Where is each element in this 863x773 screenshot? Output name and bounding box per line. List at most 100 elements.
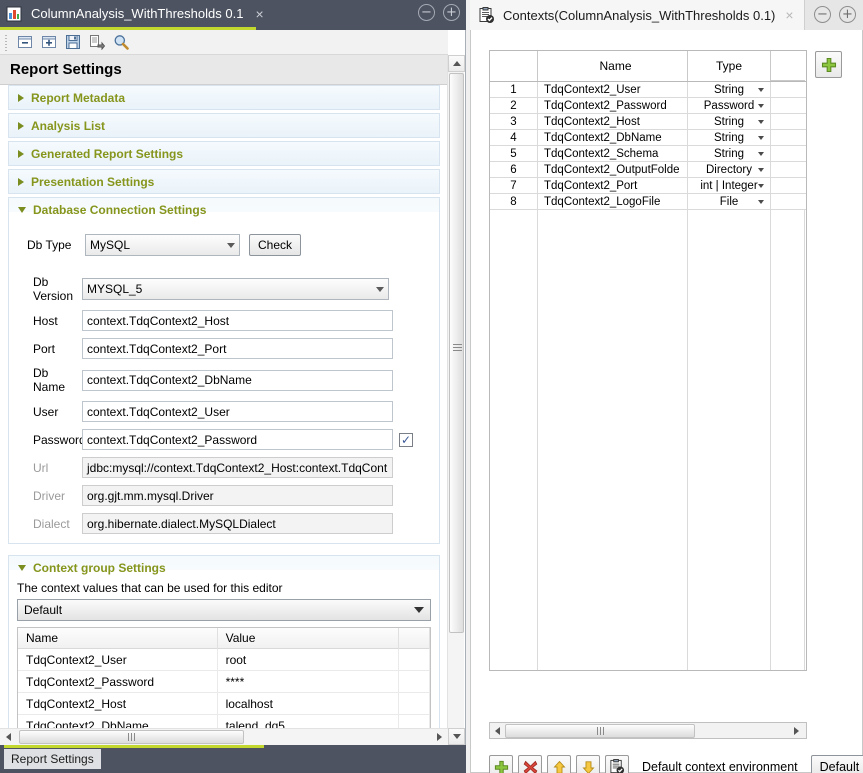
url-input[interactable]: jdbc:mysql://context.TdqContext2_Host:co…	[82, 457, 393, 478]
add-context-button[interactable]	[489, 755, 513, 773]
maximize-icon[interactable]: +	[443, 4, 460, 21]
section-header[interactable]: Report Metadata	[9, 86, 439, 109]
context-group-select[interactable]: Default	[17, 599, 431, 621]
cell-type-value: File	[720, 196, 739, 208]
section-database-connection-settings[interactable]: Database Connection Settings Db Type MyS…	[8, 197, 440, 544]
column-header-name[interactable]: Name	[18, 628, 218, 649]
table-empty-area[interactable]	[490, 210, 806, 670]
export-icon[interactable]	[85, 31, 109, 53]
close-icon[interactable]: ×	[785, 7, 793, 23]
table-row[interactable]: TdqContext2_User root	[18, 649, 430, 671]
editor-vertical-scrollbar[interactable]	[447, 55, 464, 745]
table-row[interactable]: 3 TdqContext2_Host String	[490, 114, 806, 130]
cell-type[interactable]: Directory	[688, 162, 771, 177]
column-header-value[interactable]: Value	[218, 628, 399, 649]
scroll-right-button[interactable]	[789, 723, 804, 738]
add-context-variable-button[interactable]	[815, 51, 842, 78]
db-type-select[interactable]: MySQL	[85, 234, 240, 256]
move-down-button[interactable]	[576, 755, 600, 773]
column-header-type[interactable]: Type	[688, 51, 771, 81]
cell-extra	[399, 693, 430, 715]
contexts-horizontal-scrollbar[interactable]	[489, 722, 807, 739]
cell-type[interactable]: String	[688, 146, 771, 161]
scroll-left-button[interactable]	[0, 730, 17, 745]
chevron-down-icon	[18, 207, 26, 213]
column-header-index[interactable]	[490, 51, 538, 81]
column-header-extra[interactable]	[771, 51, 805, 81]
scrollbar-thumb[interactable]	[449, 73, 464, 633]
db-name-input[interactable]: context.TdqContext2_DbName	[82, 370, 393, 391]
toolbar-grip[interactable]	[2, 33, 11, 52]
cell-type[interactable]: File	[688, 194, 771, 209]
check-button[interactable]: Check	[249, 234, 301, 256]
cell-type[interactable]: String	[688, 114, 771, 129]
tab-column-analysis[interactable]: ColumnAnalysis_WithThresholds 0.1 ×	[0, 0, 268, 27]
table-row[interactable]: 5 TdqContext2_Schema String	[490, 146, 806, 162]
section-header[interactable]: Context group Settings	[9, 556, 439, 579]
section-header[interactable]: Presentation Settings	[9, 170, 439, 193]
scroll-up-button[interactable]	[448, 55, 465, 72]
triangle-right-icon	[794, 727, 799, 735]
tab-report-settings[interactable]: Report Settings	[4, 749, 101, 769]
section-report-metadata[interactable]: Report Metadata	[8, 85, 440, 110]
section-generated-report-settings[interactable]: Generated Report Settings	[8, 141, 440, 166]
tab-title: ColumnAnalysis_WithThresholds 0.1	[31, 6, 243, 21]
scrollbar-thumb[interactable]	[19, 730, 244, 744]
contexts-table: Name Type 1 TdqContext2_User String 2 Td…	[489, 50, 807, 671]
cell-type[interactable]: int | Integer	[688, 178, 771, 193]
editor-horizontal-scrollbar[interactable]	[0, 728, 448, 745]
table-row[interactable]: 8 TdqContext2_LogoFile File	[490, 194, 806, 210]
preview-icon[interactable]	[109, 31, 133, 53]
host-input[interactable]: context.TdqContext2_Host	[82, 310, 393, 331]
table-row[interactable]: 2 TdqContext2_Password Password	[490, 98, 806, 114]
section-context-group-settings[interactable]: Context group Settings The context value…	[8, 555, 440, 745]
password-label: Password	[9, 433, 77, 447]
minimize-icon[interactable]: −	[814, 6, 831, 23]
chevron-right-icon	[18, 94, 24, 102]
column-header-extra[interactable]	[399, 628, 430, 649]
cell-type[interactable]: Password	[688, 98, 771, 113]
table-row[interactable]: 6 TdqContext2_OutputFolde Directory	[490, 162, 806, 178]
table-row[interactable]: 7 TdqContext2_Port int | Integer	[490, 178, 806, 194]
scrollbar-thumb[interactable]	[505, 724, 695, 738]
maximize-icon[interactable]: +	[839, 6, 856, 23]
default-environment-button[interactable]: Default	[811, 755, 863, 773]
driver-input[interactable]: org.gjt.mm.mysql.Driver	[82, 485, 393, 506]
section-presentation-settings[interactable]: Presentation Settings	[8, 169, 440, 194]
table-row[interactable]: TdqContext2_Password ****	[18, 671, 430, 693]
section-header[interactable]: Analysis List	[9, 114, 439, 137]
table-row[interactable]: 4 TdqContext2_DbName String	[490, 130, 806, 146]
minimize-icon[interactable]: −	[418, 4, 435, 21]
cell-type[interactable]: String	[688, 130, 771, 145]
collapse-all-icon[interactable]	[13, 31, 37, 53]
right-window-controls: − +	[814, 6, 856, 23]
user-input[interactable]: context.TdqContext2_User	[82, 401, 393, 422]
contexts-config-button[interactable]	[605, 755, 629, 773]
port-input[interactable]: context.TdqContext2_Port	[82, 338, 393, 359]
column-header-name[interactable]: Name	[538, 51, 688, 81]
remove-context-button[interactable]	[518, 755, 542, 773]
section-header[interactable]: Database Connection Settings	[9, 198, 439, 221]
password-show-checkbox[interactable]: ✓	[399, 433, 413, 447]
table-row[interactable]: TdqContext2_Host localhost	[18, 693, 430, 715]
cell-type[interactable]: String	[688, 82, 771, 97]
expand-all-icon[interactable]	[37, 31, 61, 53]
user-label: User	[9, 405, 77, 419]
cell-index: 1	[490, 82, 538, 97]
scroll-left-button[interactable]	[490, 723, 505, 738]
dialect-input[interactable]: org.hibernate.dialect.MySQLDialect	[82, 513, 393, 534]
tab-contexts[interactable]: Contexts(ColumnAnalysis_WithThresholds 0…	[470, 0, 805, 30]
section-header[interactable]: Generated Report Settings	[9, 142, 439, 165]
db-version-select[interactable]: MYSQL_5	[82, 278, 389, 300]
save-icon[interactable]	[61, 31, 85, 53]
cell-index: 7	[490, 178, 538, 193]
db-type-value: MySQL	[90, 238, 130, 252]
cell-type-value: Password	[704, 100, 755, 112]
move-up-button[interactable]	[547, 755, 571, 773]
table-row[interactable]: 1 TdqContext2_User String	[490, 82, 806, 98]
scroll-right-button[interactable]	[431, 730, 448, 745]
close-icon[interactable]: ×	[255, 7, 263, 21]
section-analysis-list[interactable]: Analysis List	[8, 113, 440, 138]
scroll-down-button[interactable]	[448, 728, 465, 745]
password-input[interactable]: context.TdqContext2_Password	[82, 429, 393, 450]
